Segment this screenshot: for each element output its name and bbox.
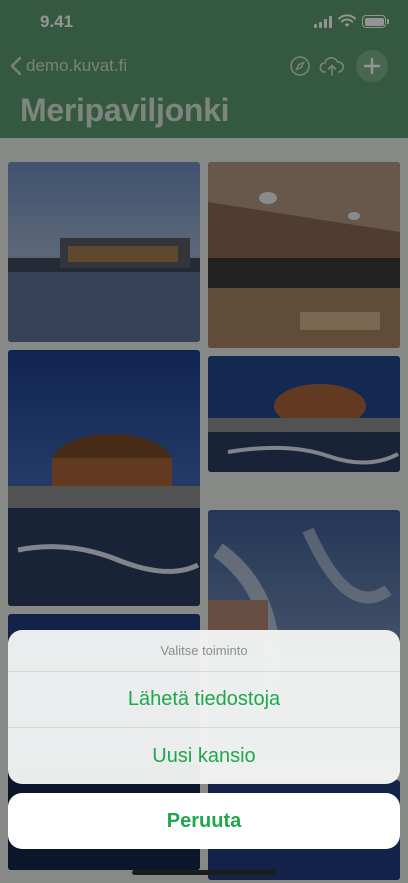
action-sheet: Valitse toiminto Lähetä tiedostoja Uusi … [8, 630, 400, 784]
upload-files-button[interactable]: Lähetä tiedostoja [8, 672, 400, 728]
action-sheet-title: Valitse toiminto [8, 630, 400, 672]
cancel-button[interactable]: Peruuta [8, 793, 400, 849]
home-indicator[interactable] [132, 870, 276, 875]
new-folder-button[interactable]: Uusi kansio [8, 728, 400, 784]
